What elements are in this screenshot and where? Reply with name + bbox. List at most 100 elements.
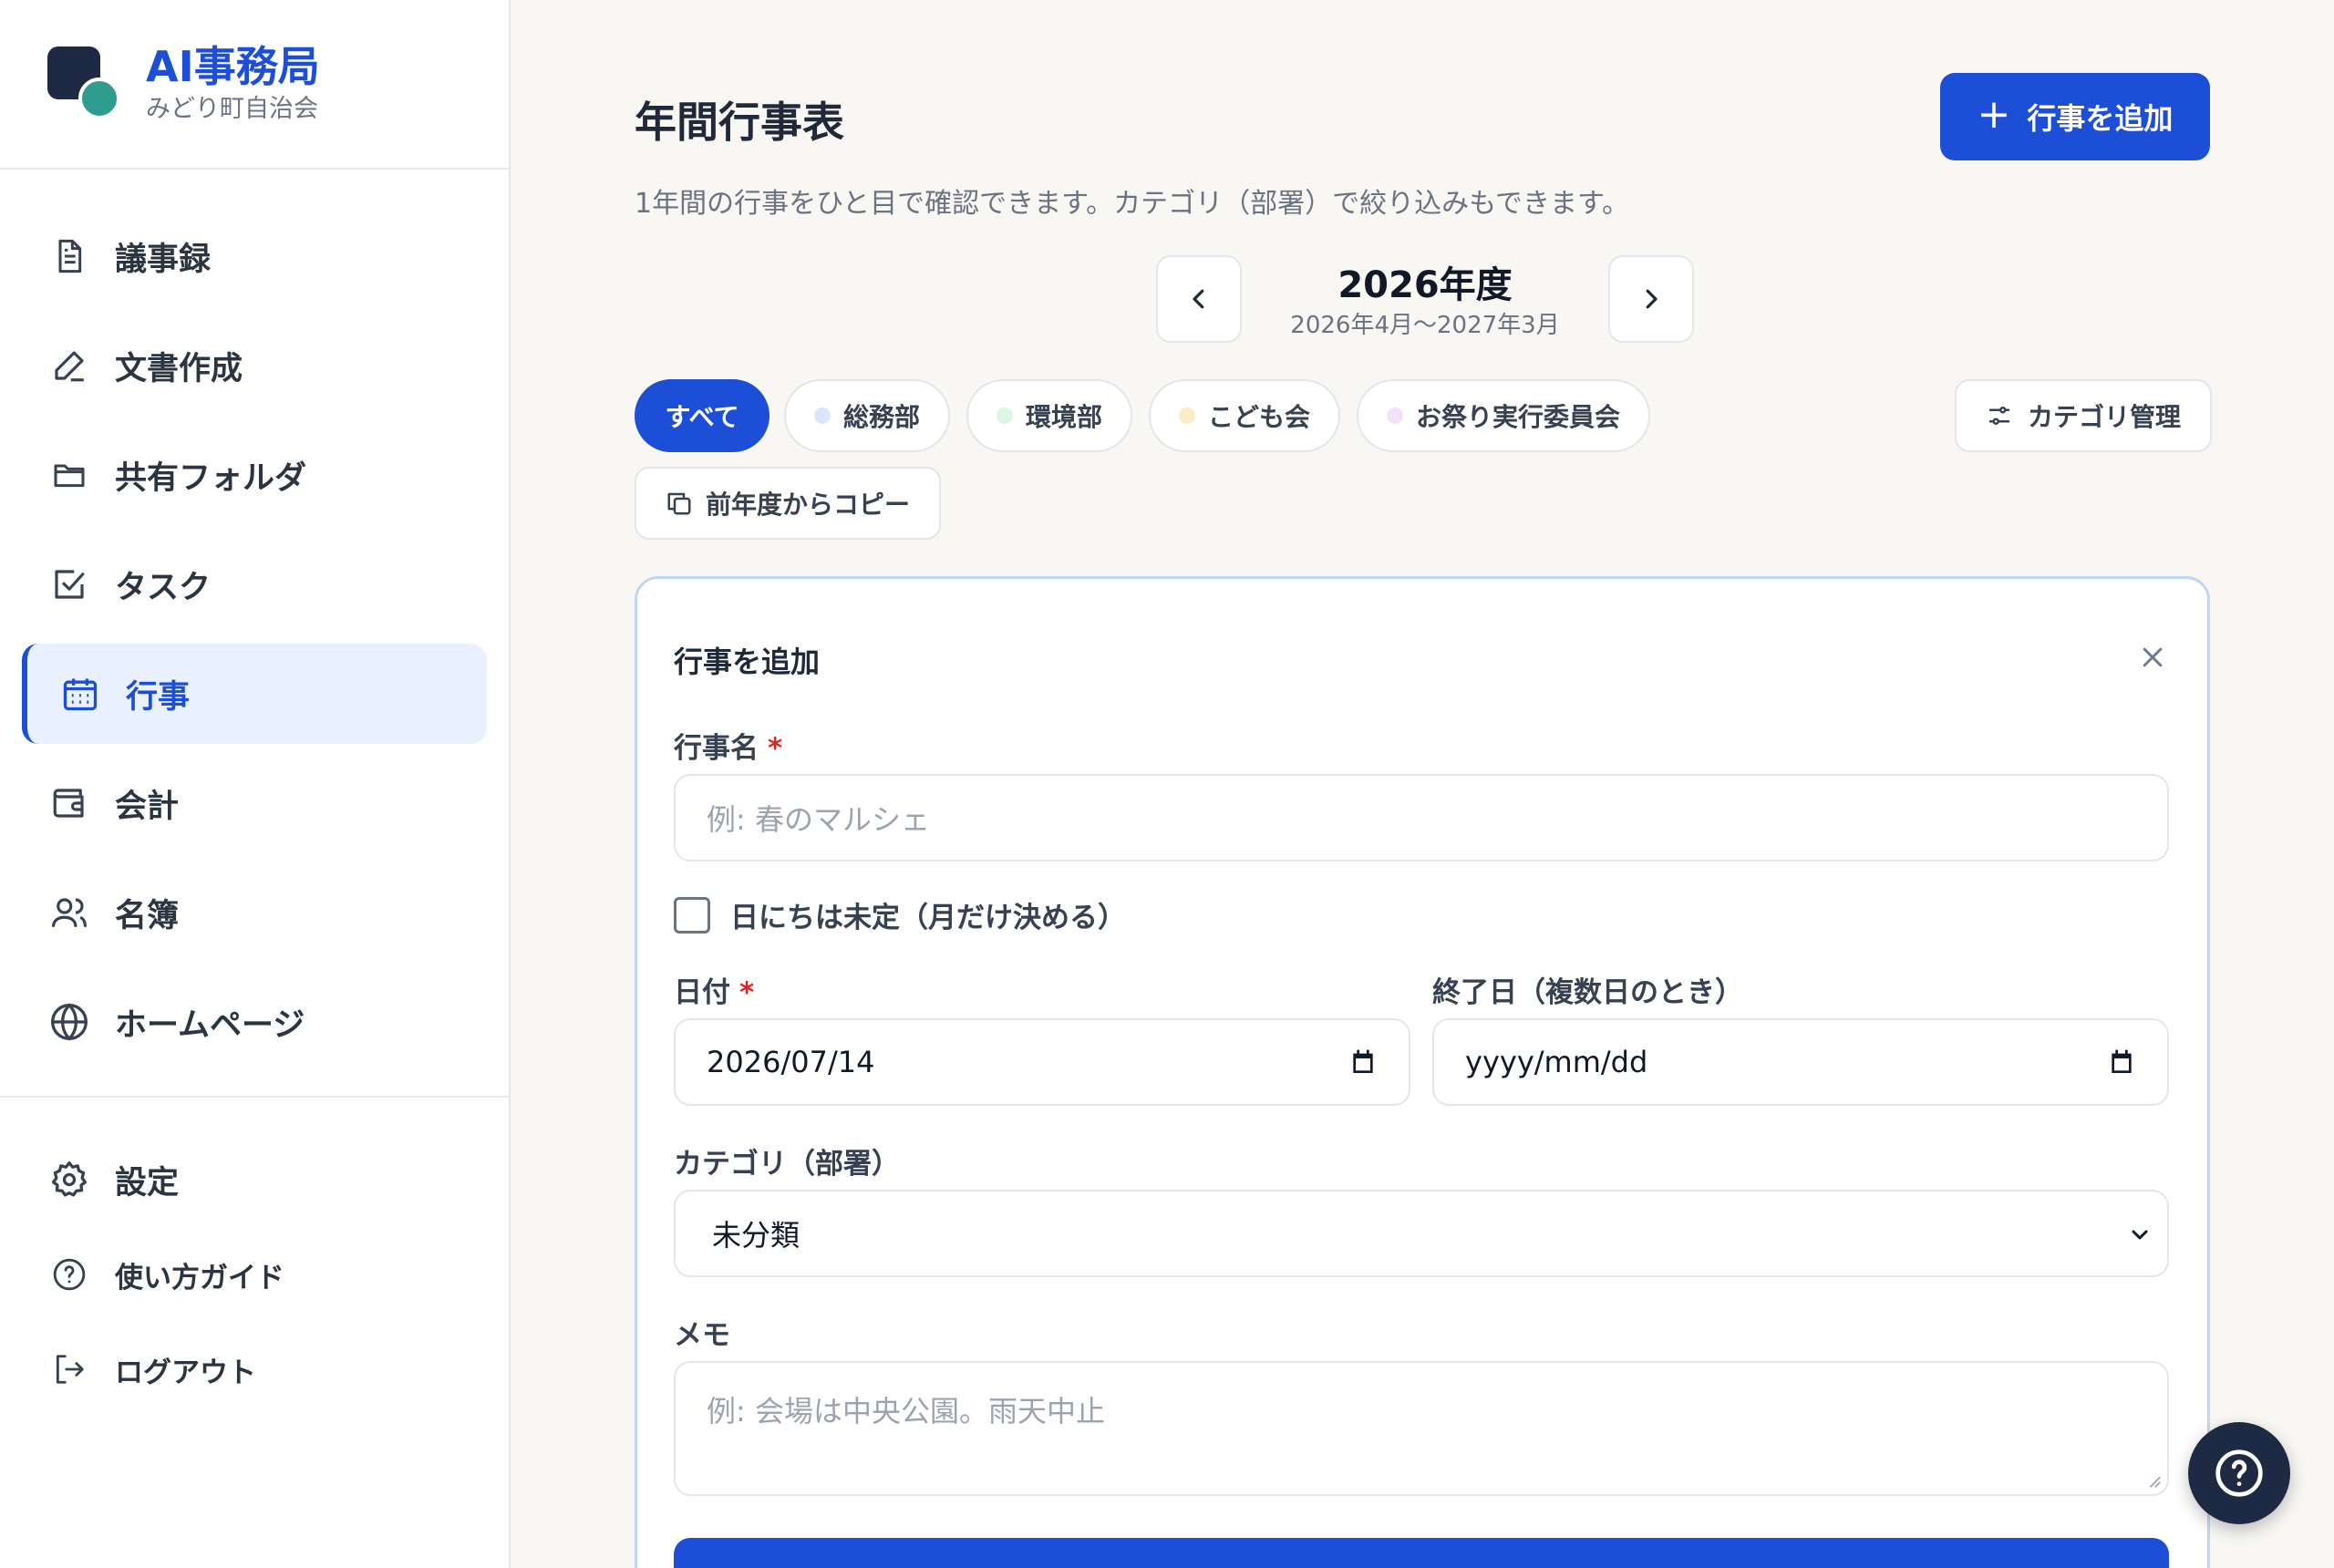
sidebar-item-shared-folder[interactable]: 共有フォルダ (22, 425, 487, 525)
copy-icon (667, 492, 691, 515)
document-icon (49, 236, 89, 276)
copy-previous-year-label: 前年度からコピー (705, 490, 910, 520)
users-icon (49, 892, 89, 933)
sidebar-item-label: 共有フォルダ (115, 459, 307, 497)
category-select[interactable]: 未分類 (674, 1190, 2169, 1277)
memo-label: メモ (674, 1319, 730, 1352)
sidebar-item-label: ホームページ (115, 1006, 305, 1044)
filter-chip-all[interactable]: すべて (635, 379, 769, 452)
sidebar-item-label: タスク (115, 569, 212, 606)
end-date-input[interactable]: yyyy/mm/dd (1432, 1018, 2169, 1106)
category-color-dot (813, 407, 831, 424)
help-circle-icon (49, 1254, 89, 1295)
sidebar-item-label: 行事 (126, 678, 191, 716)
calendar-picker-icon[interactable] (1348, 1047, 1378, 1077)
add-event-form: 行事を追加 行事名 * 例: 春のマルシェ 日にちは未定（月だけ決める） 日付 * … (635, 576, 2210, 1568)
logout-icon (49, 1349, 89, 1389)
resize-handle-icon[interactable] (2145, 1472, 2162, 1489)
add-event-button-label: 行事を追加 (2027, 101, 2174, 136)
gear-icon (49, 1160, 89, 1200)
end-date-placeholder: yyyy/mm/dd (1465, 1045, 1648, 1079)
brand: AI事務局 みどり町自治会 (0, 0, 509, 170)
page-description: 1年間の行事をひと目で確認できます。カテゴリ（部署）で絞り込みもできます。 (635, 188, 1629, 220)
sidebar-item-guide[interactable]: 使い方ガイド (22, 1229, 489, 1320)
checkbox-icon (49, 564, 89, 604)
required-mark: * (739, 976, 755, 1009)
event-name-label-text: 行事名 (674, 732, 759, 765)
category-color-dot (996, 407, 1013, 424)
sidebar-item-events[interactable]: 行事 (22, 644, 487, 744)
folder-icon (49, 455, 89, 495)
filter-chip-environment[interactable]: 環境部 (966, 379, 1132, 452)
category-selected-value: 未分類 (712, 1218, 800, 1253)
globe-icon (49, 1002, 89, 1042)
filter-chip-label: 総務部 (842, 402, 920, 432)
help-circle-icon (2215, 1449, 2263, 1497)
filter-chip-label: こども会 (1207, 402, 1310, 432)
organization-name: みどり町自治会 (146, 95, 318, 123)
submit-button[interactable] (674, 1538, 2169, 1568)
sidebar-item-label: ログアウト (115, 1356, 256, 1389)
filter-chip-label: 環境部 (1025, 402, 1102, 432)
pen-icon (49, 346, 89, 386)
sidebar-item-tasks[interactable]: タスク (22, 534, 487, 634)
category-color-dot (1386, 407, 1403, 424)
sidebar-item-accounting[interactable]: 会計 (22, 753, 487, 853)
sliders-icon (1988, 407, 2010, 425)
form-title: 行事を追加 (674, 645, 821, 679)
main-content: 年間行事表 1年間の行事をひと目で確認できます。カテゴリ（部署）で絞り込みもでき… (512, 0, 2334, 1568)
required-mark: * (768, 732, 783, 765)
date-undecided-checkbox[interactable] (674, 896, 710, 934)
year-navigator: 2026年度 2026年4月〜2027年3月 (1156, 255, 1694, 343)
date-input[interactable]: 2026/07/14 (674, 1018, 1410, 1106)
add-event-button[interactable]: + 行事を追加 (1940, 73, 2210, 160)
filter-chip-festival-committee[interactable]: お祭り実行委員会 (1357, 379, 1650, 452)
fiscal-year-title: 2026年度 (1337, 264, 1513, 306)
sidebar-divider (0, 1096, 511, 1098)
sidebar-item-members[interactable]: 名簿 (22, 862, 487, 963)
category-label: カテゴリ（部署） (674, 1148, 900, 1181)
sidebar-item-logout[interactable]: ログアウト (22, 1324, 489, 1415)
filter-chip-label: お祭り実行委員会 (1415, 402, 1620, 432)
chevron-down-icon (2132, 1230, 2148, 1240)
main-nav: 議事録 文書作成 共有フォルダ タスク 行事 会計 名簿 ホームページ (0, 170, 509, 1072)
sidebar-item-label: 文書作成 (115, 350, 243, 387)
bottom-nav: 設定 使い方ガイド ログアウト (0, 1130, 511, 1418)
filter-chip-general-affairs[interactable]: 総務部 (784, 379, 950, 452)
date-value: 2026/07/14 (707, 1045, 875, 1079)
memo-textarea[interactable]: 例: 会場は中央公園。雨天中止 (674, 1361, 2169, 1496)
plus-icon: + (1977, 91, 2011, 138)
sidebar-item-homepage[interactable]: ホームページ (22, 972, 487, 1072)
fiscal-year-range: 2026年4月〜2027年3月 (1290, 312, 1560, 339)
sidebar: AI事務局 みどり町自治会 議事録 文書作成 共有フォルダ タスク 行事 会計 … (0, 0, 511, 1568)
end-date-label: 終了日（複数日のとき） (1432, 976, 1743, 1009)
chevron-right-icon (1646, 289, 1658, 309)
date-label-text: 日付 (674, 976, 730, 1009)
copy-previous-year-button[interactable]: 前年度からコピー (635, 467, 941, 540)
calendar-picker-icon[interactable] (2107, 1047, 2136, 1077)
filter-chip-label: すべて (665, 402, 739, 432)
help-button[interactable] (2188, 1422, 2290, 1524)
category-manage-button[interactable]: カテゴリ管理 (1955, 379, 2212, 452)
category-color-dot (1178, 407, 1195, 424)
previous-year-button[interactable] (1156, 255, 1242, 343)
sidebar-item-label: 使い方ガイド (115, 1261, 284, 1295)
calendar-icon (60, 674, 100, 714)
sidebar-item-settings[interactable]: 設定 (22, 1134, 489, 1225)
date-label: 日付 * (674, 969, 754, 1010)
page-title: 年間行事表 (635, 98, 844, 147)
sidebar-item-documents[interactable]: 文書作成 (22, 315, 487, 416)
chevron-left-icon (1193, 289, 1204, 309)
wallet-icon (49, 783, 89, 823)
close-form-button[interactable] (2133, 637, 2173, 677)
event-name-label: 行事名 * (674, 725, 782, 766)
next-year-button[interactable] (1608, 255, 1694, 343)
filter-chip-kids-club[interactable]: こども会 (1149, 379, 1340, 452)
app-title: AI事務局 (146, 42, 320, 91)
close-icon (2143, 647, 2163, 667)
event-name-input[interactable]: 例: 春のマルシェ (674, 774, 2169, 861)
sidebar-item-minutes[interactable]: 議事録 (22, 206, 487, 306)
category-manage-label: カテゴリ管理 (2027, 402, 2181, 432)
sidebar-item-label: 設定 (115, 1164, 180, 1202)
sidebar-item-label: 議事録 (115, 241, 212, 278)
